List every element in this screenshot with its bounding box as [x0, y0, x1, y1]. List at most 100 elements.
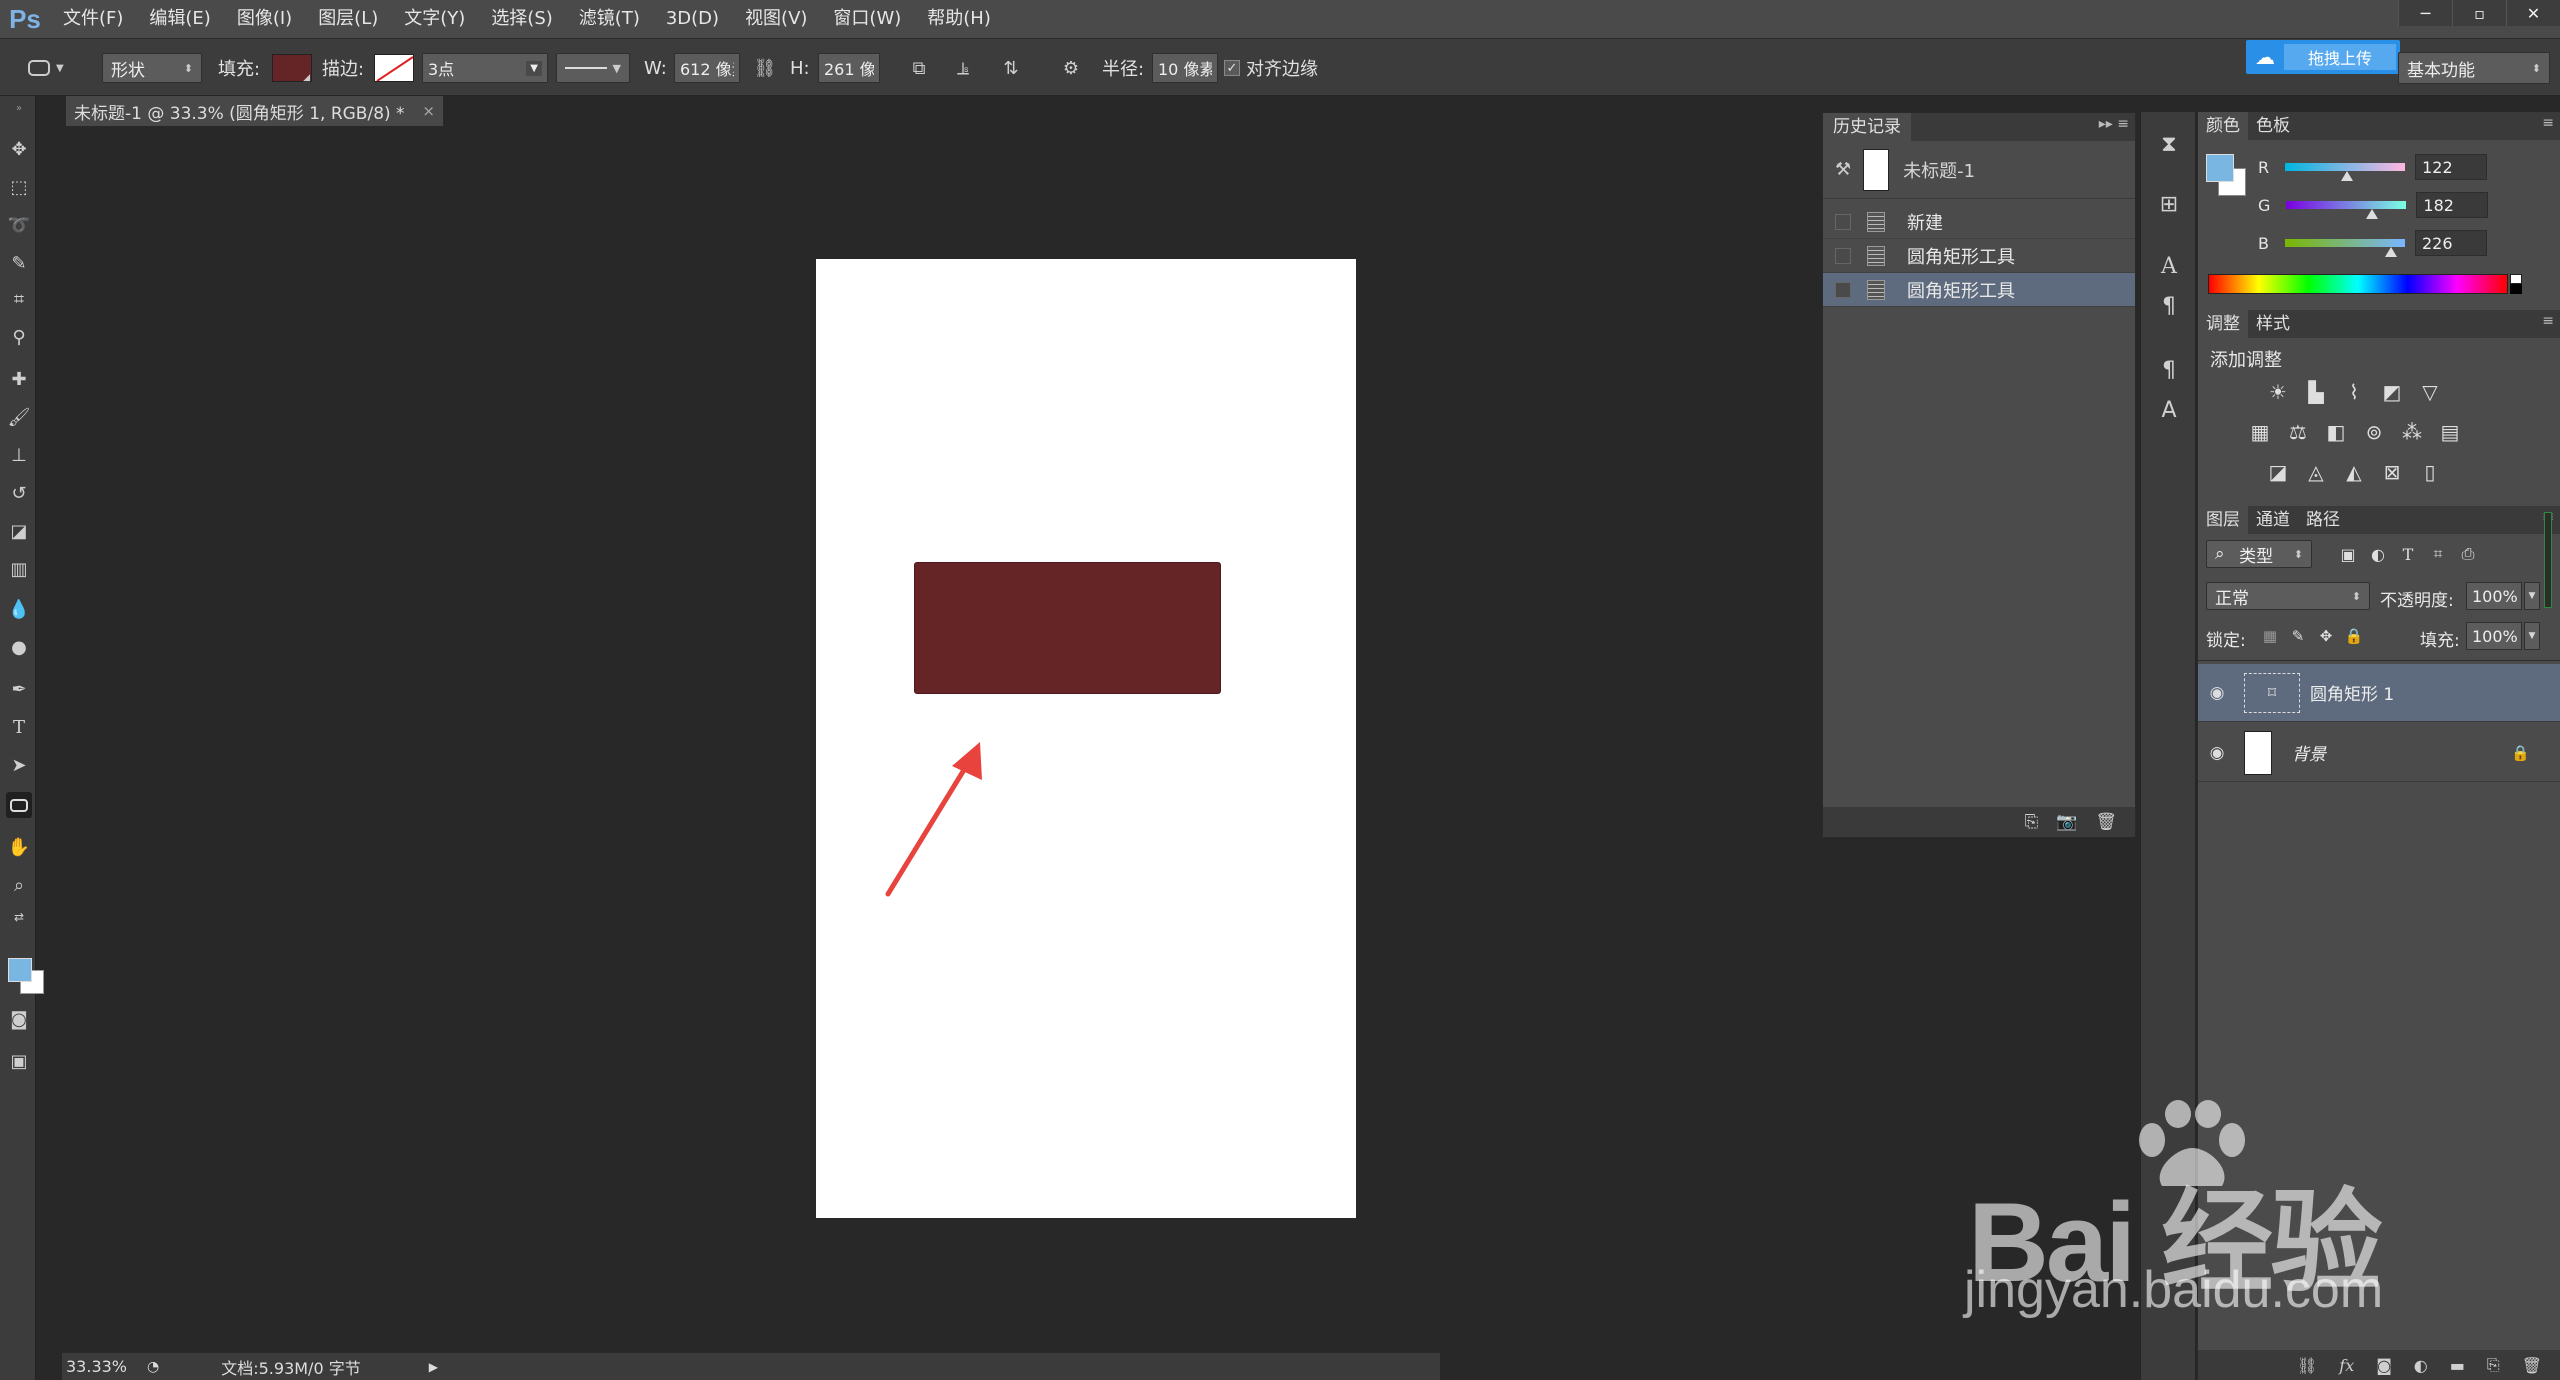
lock-transparency-icon[interactable]: ▦: [2256, 622, 2284, 650]
adjustment-layer-filter-icon[interactable]: ◐: [2364, 540, 2392, 568]
history-source-checkbox[interactable]: [1835, 281, 1851, 298]
play-arrow-icon[interactable]: ▶: [429, 1360, 438, 1374]
foreground-color-swatch[interactable]: [8, 958, 32, 982]
paragraph-styles-icon[interactable]: ¶: [2153, 354, 2185, 386]
close-button[interactable]: ✕: [2506, 0, 2560, 26]
menu-edit[interactable]: 编辑(E): [136, 0, 223, 38]
hand-tool-icon[interactable]: ✋: [6, 834, 32, 860]
fill-field[interactable]: 100%: [2466, 622, 2522, 650]
black-swatch[interactable]: [2510, 284, 2522, 294]
threshold-icon[interactable]: ◭: [2340, 458, 2368, 486]
menu-type[interactable]: 文字(Y): [391, 0, 478, 38]
opacity-field[interactable]: 100%: [2466, 582, 2522, 610]
fx-icon[interactable]: fx: [2339, 1356, 2354, 1375]
gradient-map-icon[interactable]: ▯: [2416, 458, 2444, 486]
blue-slider[interactable]: [2284, 239, 2405, 257]
hue-saturation-icon[interactable]: ▦: [2246, 418, 2274, 446]
brightness-contrast-icon[interactable]: ☀: [2264, 378, 2292, 406]
stroke-width-field[interactable]: 3点 ▼: [422, 53, 548, 83]
pixel-layer-filter-icon[interactable]: ▣: [2334, 540, 2362, 568]
new-document-from-state-icon[interactable]: ⎘: [2025, 812, 2039, 832]
zoom-tool-icon[interactable]: ⌕: [6, 872, 32, 898]
camera-icon[interactable]: 📷: [2056, 812, 2077, 832]
workspace-select[interactable]: 基本功能 ⬍: [2398, 52, 2550, 84]
color-foreground-swatch[interactable]: [2206, 154, 2234, 182]
marquee-tool-icon[interactable]: ⬚: [6, 174, 32, 200]
new-layer-icon[interactable]: ⎘: [2487, 1355, 2500, 1375]
smart-object-filter-icon[interactable]: ⎙: [2454, 540, 2482, 568]
chevron-down-icon[interactable]: ▼: [2524, 582, 2540, 610]
tab-adjustments[interactable]: 调整: [2198, 310, 2248, 338]
menu-3d[interactable]: 3D(D): [653, 0, 732, 38]
radius-field[interactable]: 10 像素: [1152, 53, 1218, 83]
tab-channels[interactable]: 通道: [2248, 506, 2298, 534]
red-slider[interactable]: [2285, 163, 2406, 181]
lock-position-icon[interactable]: ✥: [2312, 622, 2340, 650]
history-item[interactable]: 新建: [1823, 205, 2135, 239]
healing-brush-tool-icon[interactable]: ✚: [6, 366, 32, 392]
eye-icon[interactable]: ◉: [2202, 743, 2232, 763]
selective-color-icon[interactable]: ⊠: [2378, 458, 2406, 486]
quick-selection-tool-icon[interactable]: ✎: [6, 250, 32, 276]
curves-icon[interactable]: ⌇: [2340, 378, 2368, 406]
gear-icon[interactable]: ⚙: [1054, 53, 1088, 83]
menu-help[interactable]: 帮助(H): [914, 0, 1004, 38]
type-tool-icon[interactable]: T: [6, 714, 32, 740]
tab-paths[interactable]: 路径: [2298, 506, 2348, 534]
photo-filter-icon[interactable]: ⊚: [2360, 418, 2388, 446]
brush-tool-icon[interactable]: 🖌: [6, 404, 32, 430]
paragraph-panel-icon[interactable]: ¶: [2153, 290, 2185, 322]
link-icon[interactable]: ⛓: [748, 53, 782, 83]
document-tab[interactable]: 未标题-1 @ 33.3% (圆角矩形 1, RGB/8) * ×: [66, 96, 444, 126]
menu-view[interactable]: 视图(V): [732, 0, 820, 38]
panel-menu-icon[interactable]: ▸▸ ≡: [2099, 116, 2129, 132]
color-spectrum-ramp[interactable]: [2208, 274, 2508, 294]
layer-row[interactable]: ◉ ⌑ 圆角矩形 1: [2198, 664, 2560, 722]
path-operations-icon[interactable]: ⧉: [902, 53, 936, 83]
menu-layer[interactable]: 图层(L): [305, 0, 391, 38]
tab-layers[interactable]: 图层: [2198, 506, 2248, 534]
align-edges-checkbox[interactable]: ✓: [1224, 60, 1240, 76]
history-item[interactable]: 圆角矩形工具: [1823, 239, 2135, 273]
folder-icon[interactable]: ▬: [2450, 1356, 2465, 1375]
blend-mode-select[interactable]: 正常 ⬍: [2206, 582, 2370, 610]
close-document-icon[interactable]: ×: [422, 102, 435, 120]
invert-icon[interactable]: ◪: [2264, 458, 2292, 486]
type-layer-filter-icon[interactable]: T: [2394, 540, 2422, 568]
add-mask-icon[interactable]: ◙: [2376, 1356, 2392, 1375]
history-source-checkbox[interactable]: [1835, 213, 1851, 230]
path-alignment-icon[interactable]: ⫡: [946, 53, 980, 83]
levels-icon[interactable]: ▙: [2302, 378, 2330, 406]
history-brush-tool-icon[interactable]: ↺: [6, 480, 32, 506]
tab-history[interactable]: 历史记录: [1823, 113, 1911, 141]
collapse-icon[interactable]: »: [6, 102, 32, 114]
red-value[interactable]: 122: [2415, 154, 2488, 180]
green-slider[interactable]: [2286, 201, 2407, 219]
eraser-tool-icon[interactable]: ◪: [6, 518, 32, 544]
gradient-tool-icon[interactable]: ▥: [6, 556, 32, 582]
tab-swatches[interactable]: 色板: [2248, 112, 2298, 140]
shape-layer-filter-icon[interactable]: ⌗: [2424, 540, 2452, 568]
history-snapshot[interactable]: ⚒ 未标题-1: [1823, 141, 2135, 199]
fill-swatch[interactable]: ◢: [272, 54, 312, 83]
layer-filter-toggle[interactable]: [2544, 512, 2552, 608]
panel-menu-icon[interactable]: ≡: [2542, 115, 2554, 131]
lasso-tool-icon[interactable]: ➰: [6, 212, 32, 238]
lock-all-icon[interactable]: 🔒: [2340, 622, 2368, 650]
stroke-swatch[interactable]: [374, 54, 414, 82]
menu-file[interactable]: 文件(F): [50, 0, 136, 38]
eyedropper-tool-icon[interactable]: ⚲: [6, 324, 32, 350]
trash-icon[interactable]: 🗑: [2095, 812, 2117, 832]
tool-preset-picker[interactable]: ▼: [28, 52, 64, 84]
stroke-type-select[interactable]: ▼: [556, 53, 630, 83]
info-icon[interactable]: ◔: [147, 1359, 159, 1375]
tab-styles[interactable]: 样式: [2248, 310, 2298, 338]
slider-thumb[interactable]: [2366, 209, 2379, 219]
color-lookup-icon[interactable]: ▤: [2436, 418, 2464, 446]
layer-filter-select[interactable]: ⌕ 类型 ⬍: [2206, 540, 2312, 568]
tab-color[interactable]: 颜色: [2198, 112, 2248, 140]
posterize-icon[interactable]: ◬: [2302, 458, 2330, 486]
eye-icon[interactable]: ◉: [2202, 683, 2232, 703]
lock-pixels-icon[interactable]: ✎: [2284, 622, 2312, 650]
black-white-icon[interactable]: ◧: [2322, 418, 2350, 446]
